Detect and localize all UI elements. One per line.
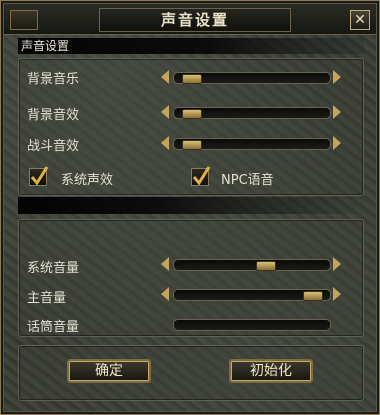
npc-voice-checkbox[interactable] xyxy=(191,166,211,186)
master-volume-slider[interactable] xyxy=(161,287,341,301)
slider-thumb[interactable] xyxy=(256,261,276,271)
decrease-arrow-icon[interactable] xyxy=(161,257,169,271)
confirm-button[interactable]: 确定 xyxy=(67,359,151,383)
bgm-slider[interactable] xyxy=(161,70,341,84)
divider-bar xyxy=(18,197,364,214)
decrease-arrow-icon[interactable] xyxy=(161,287,169,301)
close-icon: ✕ xyxy=(354,12,366,28)
slider-thumb[interactable] xyxy=(182,74,202,84)
title-ornament xyxy=(10,10,38,30)
slider-track xyxy=(173,319,331,331)
checkmark-icon xyxy=(30,166,49,186)
slider-thumb[interactable] xyxy=(303,291,323,301)
master-volume-label: 主音量 xyxy=(27,291,67,306)
system-sfx-label: 系统声效 xyxy=(61,173,114,188)
increase-arrow-icon[interactable] xyxy=(333,105,341,119)
slider-track[interactable] xyxy=(173,289,331,301)
slider-thumb[interactable] xyxy=(182,140,202,150)
slider-thumb[interactable] xyxy=(182,109,202,119)
reset-button[interactable]: 初始化 xyxy=(229,359,313,383)
mic-volume-label: 话筒音量 xyxy=(27,320,80,335)
battle-sfx-slider[interactable] xyxy=(161,136,341,150)
slider-track[interactable] xyxy=(173,138,331,150)
slider-track[interactable] xyxy=(173,259,331,271)
section-header: 声音设置 xyxy=(18,38,364,54)
increase-arrow-icon[interactable] xyxy=(333,136,341,150)
decrease-arrow-icon[interactable] xyxy=(161,70,169,84)
slider-track[interactable] xyxy=(173,72,331,84)
decrease-arrow-icon[interactable] xyxy=(161,136,169,150)
system-volume-label: 系统音量 xyxy=(27,261,80,276)
slider-track[interactable] xyxy=(173,107,331,119)
title-bar[interactable]: 声音设置 ✕ xyxy=(4,4,376,35)
sound-settings-window: 声音设置 ✕ 声音设置 背景音乐 背景音效 战斗音效 系统声效 NPC语音 系统… xyxy=(0,0,380,415)
bg-sfx-label: 背景音效 xyxy=(27,108,80,123)
close-button[interactable]: ✕ xyxy=(350,10,370,30)
bg-sfx-slider[interactable] xyxy=(161,105,341,119)
increase-arrow-icon[interactable] xyxy=(333,70,341,84)
system-volume-slider[interactable] xyxy=(161,257,341,271)
increase-arrow-icon[interactable] xyxy=(333,287,341,301)
window-title: 声音设置 xyxy=(99,8,291,32)
decrease-arrow-icon[interactable] xyxy=(161,105,169,119)
bgm-label: 背景音乐 xyxy=(27,72,80,87)
system-sfx-checkbox[interactable] xyxy=(29,166,49,186)
battle-sfx-label: 战斗音效 xyxy=(27,139,80,154)
mic-volume-slider xyxy=(161,317,341,331)
increase-arrow-icon[interactable] xyxy=(333,257,341,271)
checkmark-icon xyxy=(192,166,211,186)
npc-voice-label: NPC语音 xyxy=(221,173,274,188)
